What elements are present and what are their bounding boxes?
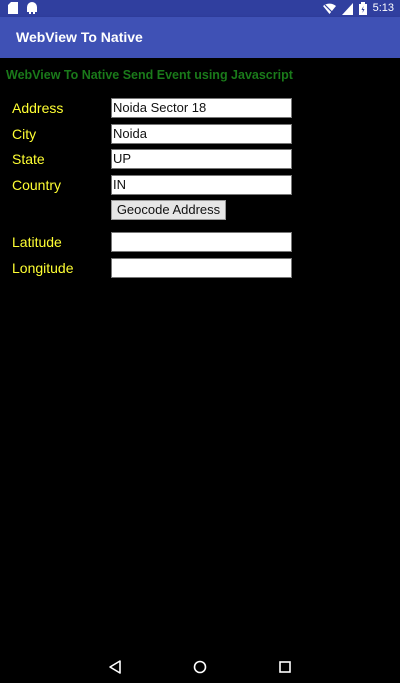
navigation-bar — [0, 650, 400, 683]
battery-icon — [358, 2, 367, 15]
sd-card-icon — [8, 2, 18, 14]
address-label: Address — [12, 100, 64, 116]
country-input[interactable] — [111, 175, 292, 195]
status-time: 5:13 — [372, 2, 394, 14]
state-label: State — [12, 151, 45, 167]
latitude-label: Latitude — [12, 234, 62, 250]
status-bar: 5:13 — [0, 0, 400, 17]
latitude-input[interactable] — [111, 232, 292, 252]
city-label: City — [12, 126, 37, 142]
city-row: City — [0, 124, 400, 146]
page-heading: WebView To Native Send Event using Javas… — [6, 68, 293, 82]
app-bar: WebView To Native — [0, 17, 400, 58]
longitude-row: Longitude — [0, 258, 400, 280]
back-icon[interactable] — [107, 659, 123, 675]
geocode-address-button[interactable]: Geocode Address — [111, 200, 226, 220]
state-input[interactable] — [111, 149, 292, 169]
country-label: Country — [12, 177, 62, 193]
signal-icon — [341, 2, 353, 15]
wifi-icon — [322, 3, 336, 15]
address-input[interactable] — [111, 98, 292, 118]
longitude-label: Longitude — [12, 260, 74, 276]
longitude-input[interactable] — [111, 258, 292, 278]
android-icon — [26, 2, 38, 14]
state-row: State — [0, 149, 400, 171]
app-title: WebView To Native — [16, 29, 143, 45]
recents-icon[interactable] — [277, 659, 293, 675]
city-input[interactable] — [111, 124, 292, 144]
latitude-row: Latitude — [0, 232, 400, 254]
country-row: Country — [0, 175, 400, 197]
home-icon[interactable] — [192, 659, 208, 675]
address-row: Address — [0, 98, 400, 120]
